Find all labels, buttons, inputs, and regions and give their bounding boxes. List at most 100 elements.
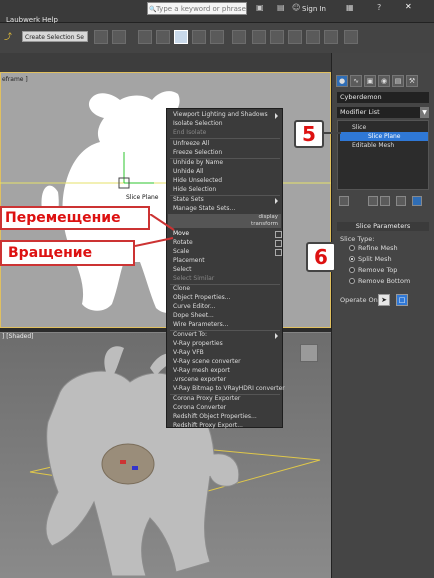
object-name-field[interactable]: Cyberdemon <box>337 92 429 103</box>
menu-item-placement[interactable]: Placement <box>173 257 205 264</box>
remove-top-radio[interactable] <box>349 267 355 273</box>
mirror-button[interactable] <box>94 30 108 44</box>
motion-tab-icon[interactable]: ◉ <box>378 75 390 87</box>
menu-item-freeze-selection[interactable]: Freeze Selection <box>173 149 222 156</box>
vray-toolbar-button[interactable] <box>344 30 358 44</box>
configure-sets-button[interactable] <box>412 196 422 206</box>
menu-item-manage-state-sets[interactable]: Manage State Sets... <box>173 205 235 212</box>
menu-item-hide-selection[interactable]: Hide Selection <box>173 186 216 193</box>
pin-stack-button[interactable] <box>339 196 349 206</box>
slice-type-label: Slice Type: <box>340 235 375 243</box>
menu-item-scale[interactable]: Scale <box>173 248 189 255</box>
menu-item-curve-editor[interactable]: Curve Editor... <box>173 303 216 310</box>
menu-item-state-sets[interactable]: State Sets <box>173 196 204 203</box>
grid-icon[interactable]: ▦ <box>346 3 354 12</box>
close-icon[interactable]: ✕ <box>405 2 412 11</box>
stack-item-slice[interactable]: Slice <box>340 123 434 132</box>
callout-pointer <box>135 237 174 247</box>
user-icon[interactable]: ☺ <box>292 3 300 12</box>
menu-item-corona-converter[interactable]: Corona Converter <box>173 404 226 411</box>
show-end-result-button[interactable] <box>368 196 378 206</box>
menu-item-unhide-by-name[interactable]: Unhide by Name <box>173 159 223 166</box>
remove-modifier-button[interactable] <box>396 196 406 206</box>
render-setup-button[interactable] <box>252 30 266 44</box>
menu-item-redshift-proxy-export[interactable]: Redshift Proxy Export... <box>173 422 243 429</box>
menu-divider <box>170 138 280 139</box>
search-input[interactable]: Type a keyword or phrase <box>147 2 247 16</box>
align-button[interactable] <box>112 30 126 44</box>
remove-bottom-radio[interactable] <box>349 278 355 284</box>
quad-context-menu: Viewport Lighting and Shadows Isolate Se… <box>166 108 285 429</box>
menu-item-vray-bitmap-converter[interactable]: V-Ray Bitmap to VRayHDRI converter <box>173 385 285 392</box>
split-mesh-label: Split Mesh <box>358 255 392 263</box>
menu-item-dope-sheet[interactable]: Dope Sheet... <box>173 312 214 319</box>
slice-parameters-rollout[interactable]: Slice Parameters <box>337 222 429 231</box>
modifier-list-dropdown[interactable]: Modifier List <box>337 107 420 118</box>
annotation-rotate: Вращение <box>0 240 135 266</box>
submenu-arrow-icon <box>275 198 278 204</box>
modify-tab-icon[interactable]: ∿ <box>350 75 362 87</box>
split-mesh-radio[interactable] <box>349 256 355 262</box>
sign-in-link[interactable]: Sign In <box>302 5 326 13</box>
render-iterative-button[interactable] <box>306 30 320 44</box>
menu-item-object-properties[interactable]: Object Properties... <box>173 294 231 301</box>
display-tab-icon[interactable]: ▤ <box>392 75 404 87</box>
chart-icon[interactable]: ▤ <box>277 3 285 12</box>
snap-icon[interactable]: ⤴ <box>4 31 12 42</box>
create-tab-icon[interactable]: ● <box>336 75 348 87</box>
selection-set-dropdown[interactable]: Create Selection Se <box>22 31 88 42</box>
schematic-view-button[interactable] <box>210 30 224 44</box>
viewcube-icon[interactable] <box>300 344 318 362</box>
menu-item-vray-properties[interactable]: V-Ray properties <box>173 340 223 347</box>
layer-manager-button[interactable] <box>138 30 152 44</box>
menu-item-select[interactable]: Select <box>173 266 192 273</box>
menu-item-hide-unselected[interactable]: Hide Unselected <box>173 177 222 184</box>
menu-item-vray-vfb[interactable]: V-Ray VFB <box>173 349 204 356</box>
operate-on-label: Operate On: <box>340 296 380 304</box>
render-button[interactable] <box>288 30 302 44</box>
ribbon-button[interactable] <box>156 30 170 44</box>
menu-item-convert-to[interactable]: Convert To: <box>173 331 207 338</box>
menu-item-unhide-all[interactable]: Unhide All <box>173 168 204 175</box>
viewport-header-strip <box>0 53 331 72</box>
stack-item-slice-plane[interactable]: Slice Plane <box>340 132 428 141</box>
menu-item-isolate-selection[interactable]: Isolate Selection <box>173 120 223 127</box>
remove-top-label: Remove Top <box>358 266 398 274</box>
menu-item-vray-scene-converter[interactable]: V-Ray scene converter <box>173 358 241 365</box>
menu-item-end-isolate[interactable]: End Isolate <box>173 129 206 136</box>
menu-item-rotate[interactable]: Rotate <box>173 239 193 246</box>
cart-icon[interactable]: ▣ <box>256 3 264 12</box>
curve-editor-button[interactable] <box>192 30 206 44</box>
help-icon[interactable]: ? <box>377 3 381 12</box>
make-unique-button[interactable] <box>380 196 390 206</box>
scene-explorer-button[interactable] <box>174 30 188 44</box>
menu-item-unfreeze-all[interactable]: Unfreeze All <box>173 140 209 147</box>
utilities-tab-icon[interactable]: ⚒ <box>406 75 418 87</box>
menu-item-corona-proxy-exporter[interactable]: Corona Proxy Exporter <box>173 395 240 402</box>
submenu-arrow-icon <box>275 333 278 339</box>
menu-item-wire-parameters[interactable]: Wire Parameters... <box>173 321 228 328</box>
submenu-arrow-icon <box>275 113 278 119</box>
menu-item-select-similar[interactable]: Select Similar <box>173 275 214 282</box>
settings-box-icon[interactable] <box>275 240 282 247</box>
menu-item-clone[interactable]: Clone <box>173 285 190 292</box>
callout-pointer <box>323 132 341 134</box>
rendered-frame-button[interactable] <box>270 30 284 44</box>
material-editor-button[interactable] <box>232 30 246 44</box>
settings-box-icon[interactable] <box>275 231 282 238</box>
hierarchy-tab-icon[interactable]: ▣ <box>364 75 376 87</box>
menu-item-viewport-lighting[interactable]: Viewport Lighting and Shadows <box>173 111 268 118</box>
callout-pointer <box>150 214 175 231</box>
stack-item-label: Slice Plane <box>368 133 401 140</box>
menu-item-vrscene-exporter[interactable]: .vrscene exporter <box>173 376 226 383</box>
refine-mesh-radio[interactable] <box>349 245 355 251</box>
menu-item-redshift-object-properties[interactable]: Redshift Object Properties... <box>173 413 257 420</box>
stack-item-editable-mesh[interactable]: Editable Mesh <box>340 141 434 150</box>
polygon-mode-icon[interactable]: □ <box>396 294 408 306</box>
face-mode-icon[interactable]: ➤ <box>378 294 390 306</box>
menu-item-vray-mesh-export[interactable]: V-Ray mesh export <box>173 367 230 374</box>
chevron-down-icon[interactable]: ▼ <box>420 107 429 118</box>
vray-button[interactable] <box>324 30 338 44</box>
quad-band-display: display <box>168 214 281 221</box>
settings-box-icon[interactable] <box>275 249 282 256</box>
